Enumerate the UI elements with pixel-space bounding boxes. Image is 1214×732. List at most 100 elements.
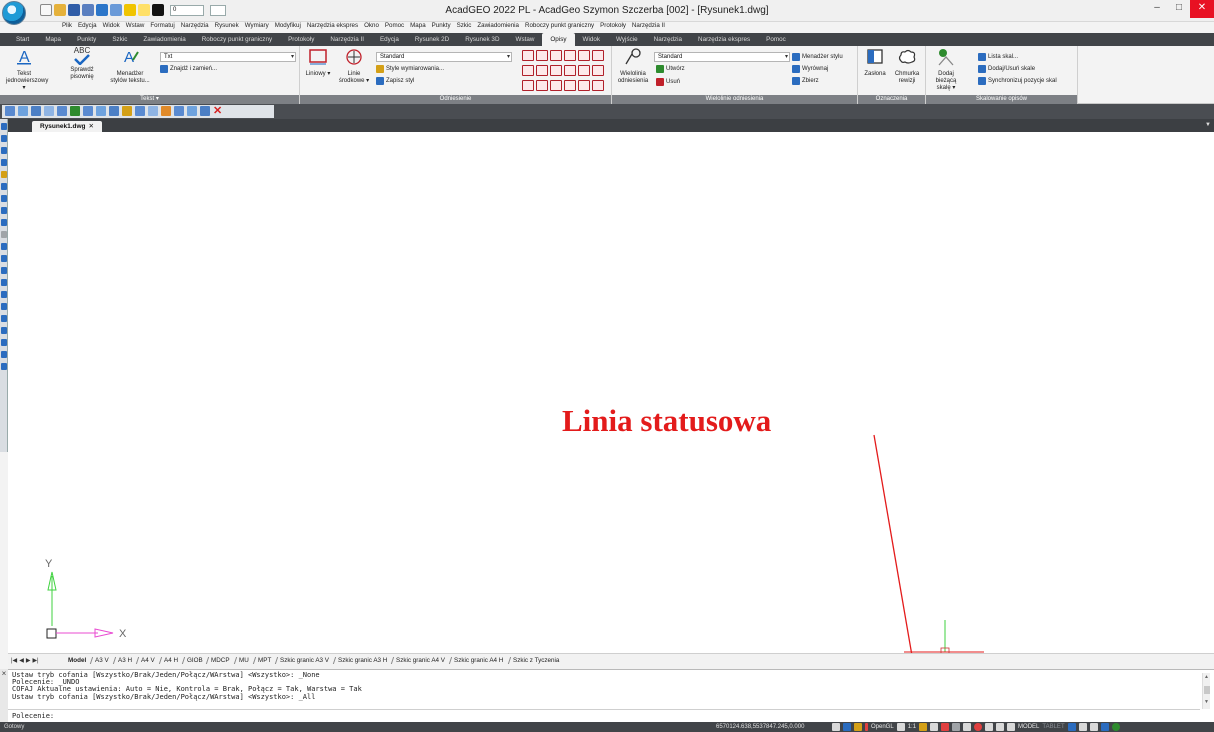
ribbon-tab[interactable]: Rysunek 2D	[407, 33, 457, 46]
draw-tool-icon[interactable]	[1, 315, 7, 322]
dimension-tool-icon[interactable]	[536, 50, 548, 61]
draw-tool-icon[interactable]	[1, 267, 7, 274]
menu-item[interactable]: Okno	[364, 22, 379, 33]
dimension-tool-icon[interactable]	[592, 50, 604, 61]
ribbon-tab[interactable]: Wstaw	[508, 33, 543, 46]
layout-tab[interactable]: A4 H	[158, 657, 184, 664]
dimension-tool-icon[interactable]	[578, 65, 590, 76]
close-button[interactable]: ✕	[1190, 0, 1214, 18]
layout-tab[interactable]: Szkic granic A3 V	[274, 657, 336, 664]
dimension-tool-icon[interactable]	[550, 80, 562, 91]
document-tab[interactable]: Rysunek1.dwg ✕	[32, 121, 102, 132]
find-replace-button[interactable]: Znajdź i zamień...	[160, 65, 217, 73]
customize-icon[interactable]	[1100, 723, 1109, 731]
dimension-tool-icon[interactable]	[536, 65, 548, 76]
draw-tool-icon[interactable]	[1, 279, 7, 286]
layout-nav-button[interactable]: ◀	[19, 657, 24, 664]
menu-item[interactable]: Modyfikuj	[275, 22, 301, 33]
ortho-toggle-icon[interactable]	[854, 723, 862, 731]
dimension-tool-icon[interactable]	[536, 80, 548, 91]
draw-tool-icon[interactable]	[1, 351, 7, 358]
menu-item[interactable]: Narzędzia	[181, 22, 209, 33]
menu-item[interactable]: Wstaw	[126, 22, 145, 33]
dimension-tool-icon[interactable]	[564, 80, 576, 91]
menu-item[interactable]: Rysunek	[215, 22, 239, 33]
clean-screen-icon[interactable]	[1089, 723, 1098, 731]
linear-dimension-button[interactable]: Liniowy ▾	[304, 48, 332, 78]
toolbar-tool-icon[interactable]	[83, 106, 93, 116]
hardware-accel-icon[interactable]	[1078, 723, 1087, 731]
polar-toggle-icon[interactable]	[865, 723, 868, 731]
dimension-tool-icon[interactable]	[550, 50, 562, 61]
dimension-tool-icon[interactable]	[522, 80, 534, 91]
ribbon-tab[interactable]: Zawiadomienia	[135, 33, 193, 46]
ribbon-tab[interactable]: Edycja	[372, 33, 407, 46]
lineweight-icon[interactable]	[952, 723, 961, 731]
dimension-tool-icon[interactable]	[522, 65, 534, 76]
layout-tab[interactable]: Szkic granic A4 V	[391, 657, 452, 664]
center-lines-button[interactable]: Linie środkowe ▾	[336, 48, 372, 85]
settings-gear-icon[interactable]	[1067, 723, 1076, 731]
menu-item[interactable]: Edycja	[78, 22, 97, 33]
dimension-style-combo[interactable]: Standard	[376, 52, 512, 62]
add-current-scale-button[interactable]: Dodaj bieżącą skalę ▾	[928, 48, 964, 92]
ribbon-tab[interactable]: Szkic	[104, 33, 135, 46]
dynamic-input-icon[interactable]	[996, 723, 1005, 731]
toolbar-tool-icon[interactable]	[31, 106, 41, 116]
ribbon-tab[interactable]: Narzędzia	[646, 33, 690, 46]
ribbon-tab[interactable]: Punkty	[69, 33, 104, 46]
draw-tool-icon[interactable]	[1, 339, 7, 346]
model-space-label[interactable]: MODEL	[1018, 723, 1039, 731]
dimension-tool-icon[interactable]	[592, 65, 604, 76]
workspace-icon[interactable]	[930, 723, 939, 731]
single-line-text-button[interactable]: A Tekst jednowierszowy ▾	[6, 48, 48, 92]
dimension-tool-icon[interactable]	[592, 80, 604, 91]
command-scrollbar[interactable]: ▲ ▼	[1202, 673, 1210, 709]
scroll-down-icon[interactable]: ▼	[1203, 698, 1210, 707]
layout-tab[interactable]: Szkic z Tyczenia	[507, 657, 566, 664]
layout-nav-button[interactable]: |◀	[11, 657, 17, 664]
layout-tab[interactable]: Model	[64, 657, 92, 664]
menu-item[interactable]: Plik	[62, 22, 72, 33]
osnap-icon[interactable]	[985, 723, 994, 731]
selection-cycling-icon[interactable]	[974, 723, 983, 731]
menu-item[interactable]: Zawiadomienia	[477, 22, 519, 33]
scroll-up-icon[interactable]: ▲	[1203, 673, 1210, 682]
menu-item[interactable]: Szkic	[457, 22, 472, 33]
toolbar-tool-icon[interactable]	[109, 106, 119, 116]
spell-check-button[interactable]: ABC Sprawdź pisownię	[62, 47, 102, 81]
dimension-tool-icon[interactable]	[578, 50, 590, 61]
layout-tab[interactable]: Szkic granic A4 H	[449, 657, 510, 664]
annotation-scale-icon[interactable]	[896, 723, 905, 731]
ribbon-tab[interactable]: Pomoc	[758, 33, 794, 46]
close-command-icon[interactable]: ×	[0, 669, 8, 678]
draw-tool-icon[interactable]	[1, 147, 7, 154]
delete-x-icon[interactable]: ✕	[213, 106, 223, 117]
menu-item[interactable]: Formatuj	[150, 22, 174, 33]
layout-nav-button[interactable]: ▶|	[32, 657, 38, 664]
menu-item[interactable]: Wymiary	[245, 22, 269, 33]
dimension-styles-button[interactable]: Style wymiarowania...	[376, 65, 444, 73]
layout-tab[interactable]: MDCP	[206, 657, 236, 664]
align-leaders-button[interactable]: Wyrównaj	[792, 65, 828, 73]
layout-tab[interactable]: A3 H	[112, 657, 138, 664]
dimension-tool-icon[interactable]	[550, 65, 562, 76]
lock-icon[interactable]	[919, 723, 928, 731]
menu-item[interactable]: Protokoły	[600, 22, 626, 33]
ribbon-tab[interactable]: Widok	[575, 33, 609, 46]
toolbar-tool-icon[interactable]	[148, 106, 158, 116]
drawing-canvas[interactable]: Linia statusowa	[8, 132, 1214, 653]
ribbon-tab[interactable]: Roboczy punkt graniczny	[194, 33, 280, 46]
draw-tool-icon[interactable]	[1, 171, 7, 178]
collect-leaders-button[interactable]: Zbierz	[792, 77, 819, 85]
text-style-combo[interactable]: Txt	[160, 52, 296, 62]
command-prompt[interactable]: Polecenie:	[8, 709, 1200, 722]
layout-tab[interactable]: MU	[233, 657, 255, 664]
dimension-tool-icon[interactable]	[522, 50, 534, 61]
revision-cloud-button[interactable]: Chmurka rewizji	[890, 48, 924, 85]
create-leader-button[interactable]: Utwórz	[656, 65, 685, 73]
draw-tool-icon[interactable]	[1, 231, 7, 238]
menu-item[interactable]: Roboczy punkt graniczny	[525, 22, 594, 33]
save-style-button[interactable]: Zapisz styl	[376, 77, 414, 85]
toolbar-tool-icon[interactable]	[135, 106, 145, 116]
